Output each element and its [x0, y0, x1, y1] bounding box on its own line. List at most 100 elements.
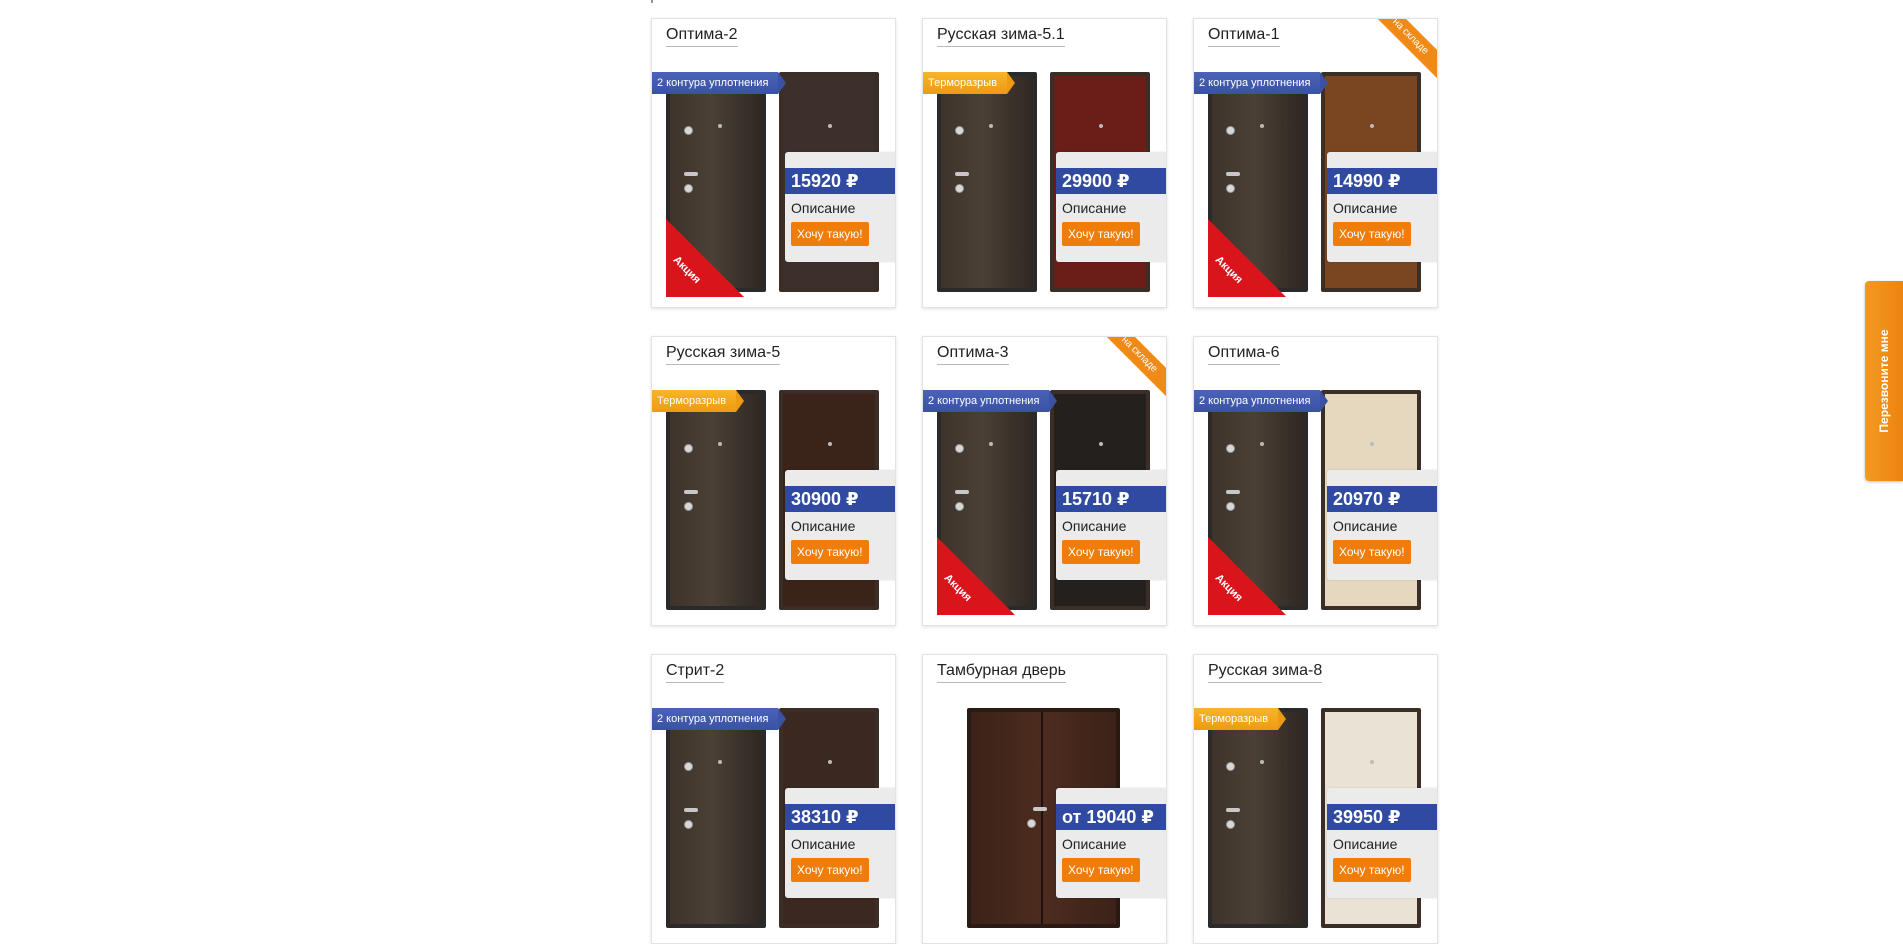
price-panel: 14990 ₽ Описание Хочу такую! — [1327, 152, 1437, 262]
door-handle-icon — [1226, 490, 1240, 494]
price-tag: 30900 ₽ — [785, 486, 895, 512]
price-panel: 39950 ₽ Описание Хочу такую! — [1327, 788, 1437, 898]
want-it-button[interactable]: Хочу такую! — [1062, 858, 1140, 882]
door-peephole-icon — [828, 124, 832, 128]
door-lock-icon — [684, 502, 693, 511]
price-panel: 15710 ₽ Описание Хочу такую! — [1056, 470, 1166, 580]
door-peephole-icon — [1099, 442, 1103, 446]
price-tag: 39950 ₽ — [1327, 804, 1437, 830]
want-it-button[interactable]: Хочу такую! — [1062, 540, 1140, 564]
feature-badge: 2 контура уплотнения — [923, 390, 1058, 412]
description-link[interactable]: Описание — [1333, 200, 1397, 216]
feature-badge: 2 контура уплотнения — [652, 72, 787, 94]
product-title-link[interactable]: Оптима-1 — [1208, 25, 1280, 47]
description-link[interactable]: Описание — [1333, 836, 1397, 852]
door-peephole-icon — [1099, 124, 1103, 128]
price-panel: 38310 ₽ Описание Хочу такую! — [785, 788, 895, 898]
product-title-link[interactable]: Русская зима-5.1 — [937, 25, 1065, 47]
product-title-link[interactable]: Тамбурная дверь — [937, 661, 1066, 683]
feature-badge: 2 контура уплотнения — [1194, 390, 1329, 412]
door-handle-icon — [684, 490, 698, 494]
price-tag: 20970 ₽ — [1327, 486, 1437, 512]
door-outside-image[interactable] — [666, 390, 766, 610]
feature-badge: Терморазрыв — [923, 72, 1016, 94]
product-card: Тамбурная дверь от 19040 ₽ Описание Хочу та… — [922, 654, 1167, 944]
product-grid: Оптима-2 2 контура уплотнения Акция 15920 ₽… — [0, 0, 1903, 944]
callback-label: Перезвоните мне — [1877, 329, 1891, 433]
product-title-link[interactable]: Русская зима-8 — [1208, 661, 1323, 683]
door-outside-image[interactable] — [1208, 708, 1308, 928]
price-panel: 29900 ₽ Описание Хочу такую! — [1056, 152, 1166, 262]
door-peephole-icon — [1370, 760, 1374, 764]
want-it-button[interactable]: Хочу такую! — [791, 540, 869, 564]
description-link[interactable]: Описание — [1062, 200, 1126, 216]
product-card: Русская зима-8 Терморазрыв 39950 ₽ Описание… — [1193, 654, 1438, 944]
door-peephole-icon — [989, 442, 993, 446]
door-outside-image[interactable] — [666, 708, 766, 928]
door-handle-icon — [955, 172, 969, 176]
door-outside-image[interactable] — [937, 72, 1037, 292]
door-handle-icon — [684, 808, 698, 812]
door-lock-icon — [1027, 819, 1036, 828]
door-peephole-icon — [828, 442, 832, 446]
product-card: Оптима-3 2 контура уплотнения Акция на скла… — [922, 336, 1167, 626]
price-tag: 38310 ₽ — [785, 804, 895, 830]
product-title-link[interactable]: Стрит-2 — [666, 661, 725, 683]
product-card: Стрит-2 2 контура уплотнения 38310 ₽ Описан… — [651, 654, 896, 944]
door-lock-icon — [684, 444, 693, 453]
price-tag: 14990 ₽ — [1327, 168, 1437, 194]
want-it-button[interactable]: Хочу такую! — [1333, 540, 1411, 564]
door-peephole-icon — [718, 760, 722, 764]
door-peephole-icon — [1260, 760, 1264, 764]
door-handle-icon — [1033, 807, 1047, 811]
product-card: Русская зима-5 Терморазрыв 30900 ₽ Описание… — [651, 336, 896, 626]
description-link[interactable]: Описание — [1062, 836, 1126, 852]
door-lock-icon — [955, 444, 964, 453]
door-lock-icon — [955, 502, 964, 511]
price-tag: от 19040 ₽ — [1056, 804, 1166, 830]
door-handle-icon — [1226, 172, 1240, 176]
price-tag: 29900 ₽ — [1056, 168, 1166, 194]
price-tag: 15920 ₽ — [785, 168, 895, 194]
want-it-button[interactable]: Хочу такую! — [1333, 222, 1411, 246]
door-peephole-icon — [718, 124, 722, 128]
door-lock-icon — [955, 126, 964, 135]
door-lock-icon — [955, 184, 964, 193]
product-card: Оптима-6 2 контура уплотнения Акция 20970 ₽… — [1193, 336, 1438, 626]
want-it-button[interactable]: Хочу такую! — [1062, 222, 1140, 246]
product-title-link[interactable]: Оптима-6 — [1208, 343, 1280, 365]
product-title-link[interactable]: Оптима-2 — [666, 25, 738, 47]
callback-button[interactable]: Перезвоните мне — [1865, 281, 1903, 481]
door-peephole-icon — [989, 124, 993, 128]
want-it-button[interactable]: Хочу такую! — [1333, 858, 1411, 882]
want-it-button[interactable]: Хочу такую! — [791, 858, 869, 882]
price-panel: 30900 ₽ Описание Хочу такую! — [785, 470, 895, 580]
product-card: Оптима-2 2 контура уплотнения Акция 15920 ₽… — [651, 18, 896, 308]
product-title-link[interactable]: Оптима-3 — [937, 343, 1009, 365]
description-link[interactable]: Описание — [791, 200, 855, 216]
door-split-line — [1040, 712, 1043, 924]
description-link[interactable]: Описание — [791, 518, 855, 534]
product-card: Оптима-1 2 контура уплотнения Акция на скла… — [1193, 18, 1438, 308]
door-lock-icon — [1226, 184, 1235, 193]
door-peephole-icon — [1370, 124, 1374, 128]
want-it-button[interactable]: Хочу такую! — [791, 222, 869, 246]
description-link[interactable]: Описание — [791, 836, 855, 852]
door-peephole-icon — [718, 442, 722, 446]
feature-badge: 2 контура уплотнения — [652, 708, 787, 730]
price-panel: 20970 ₽ Описание Хочу такую! — [1327, 470, 1437, 580]
door-peephole-icon — [828, 760, 832, 764]
feature-badge: Терморазрыв — [1194, 708, 1287, 730]
door-lock-icon — [1226, 502, 1235, 511]
description-link[interactable]: Описание — [1062, 518, 1126, 534]
door-lock-icon — [1226, 820, 1235, 829]
price-panel: от 19040 ₽ Описание Хочу такую! — [1056, 788, 1166, 898]
description-link[interactable]: Описание — [1333, 518, 1397, 534]
door-handle-icon — [684, 172, 698, 176]
door-handle-icon — [1226, 808, 1240, 812]
door-lock-icon — [684, 126, 693, 135]
door-lock-icon — [1226, 126, 1235, 135]
door-lock-icon — [684, 762, 693, 771]
product-title-link[interactable]: Русская зима-5 — [666, 343, 781, 365]
door-peephole-icon — [1260, 124, 1264, 128]
